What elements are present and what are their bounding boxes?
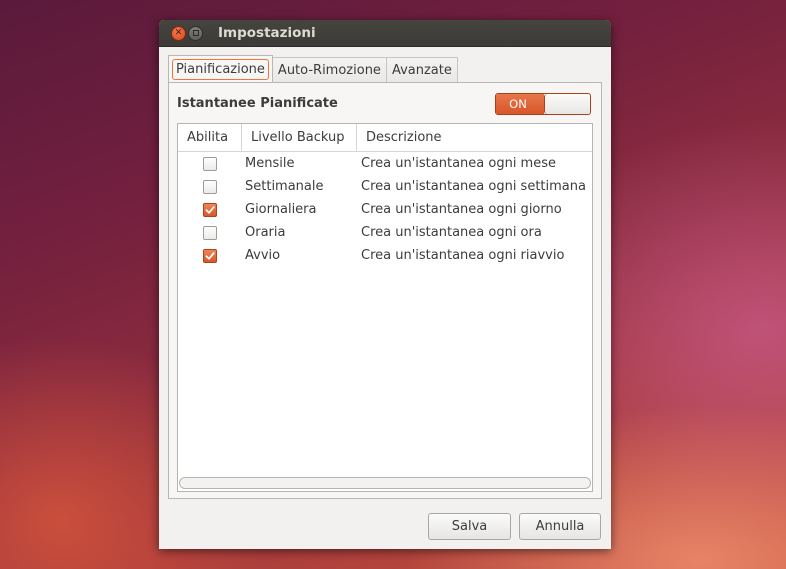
section-title: Istantanee Pianificate xyxy=(177,96,338,111)
window-title: Impostazioni xyxy=(218,25,316,41)
table-row[interactable]: Oraria Crea un'istantanea ogni ora xyxy=(178,221,592,244)
enable-checkbox[interactable] xyxy=(203,225,217,240)
description-cell: Crea un'istantanea ogni mese xyxy=(361,156,556,171)
description-cell: Crea un'istantanea ogni giorno xyxy=(361,202,562,217)
enable-checkbox[interactable] xyxy=(203,179,217,194)
tab-label: Auto-Rimozione xyxy=(277,62,381,78)
save-button[interactable]: Salva xyxy=(428,513,511,540)
horizontal-scrollbar[interactable] xyxy=(179,477,591,489)
close-window-button[interactable]: ✕ xyxy=(171,25,186,41)
table-row[interactable]: Giornaliera Crea un'istantanea ogni giorn… xyxy=(178,198,592,221)
description-cell: Crea un'istantanea ogni ora xyxy=(361,225,542,240)
switch-knob[interactable] xyxy=(544,94,590,114)
enable-checkbox[interactable] xyxy=(203,248,217,263)
tab-bar: Pianificazione Auto-Rimozione Avanzate xyxy=(168,55,458,82)
tab-panel: Istantanee Pianificate ON Abilita Livell… xyxy=(168,82,602,499)
cancel-button[interactable]: Annulla xyxy=(519,513,601,540)
switch-on-label: ON xyxy=(496,94,544,114)
column-header-description[interactable]: Descrizione xyxy=(357,124,592,151)
backup-level-cell: Mensile xyxy=(245,156,295,171)
table-header: Abilita Livello Backup Descrizione xyxy=(178,124,592,152)
table-body: Mensile Crea un'istantanea ogni mese Setti… xyxy=(178,152,592,267)
column-header-level[interactable]: Livello Backup xyxy=(242,124,357,151)
description-cell: Crea un'istantanea ogni riavvio xyxy=(361,248,565,263)
tab-label: Pianificazione xyxy=(172,58,269,80)
backup-level-cell: Oraria xyxy=(245,225,286,240)
settings-window: ✕ Impostazioni Pianificazione Auto-Rimoz… xyxy=(159,20,611,549)
enable-checkbox[interactable] xyxy=(203,202,217,217)
table-row[interactable]: Settimanale Crea un'istantanea ogni setti… xyxy=(178,175,592,198)
maximize-icon xyxy=(192,30,199,36)
close-icon: ✕ xyxy=(174,27,183,38)
scheduled-snapshots-switch[interactable]: ON xyxy=(495,93,591,115)
maximize-window-button[interactable] xyxy=(188,25,203,41)
tab-avanzate[interactable]: Avanzate xyxy=(385,57,458,82)
checkmark-icon xyxy=(205,251,215,260)
checkmark-icon xyxy=(205,205,215,214)
backup-level-cell: Settimanale xyxy=(245,179,324,194)
backup-level-cell: Giornaliera xyxy=(245,202,317,217)
schedule-table: Abilita Livello Backup Descrizione Mensi… xyxy=(177,123,593,492)
table-row[interactable]: Mensile Crea un'istantanea ogni mese xyxy=(178,152,592,175)
column-header-enable[interactable]: Abilita xyxy=(178,124,242,151)
enable-cell xyxy=(178,248,242,263)
title-bar[interactable]: ✕ Impostazioni xyxy=(159,20,611,47)
enable-cell xyxy=(178,179,242,194)
tab-auto-rimozione[interactable]: Auto-Rimozione xyxy=(271,57,387,82)
enable-checkbox[interactable] xyxy=(203,156,217,171)
enable-cell xyxy=(178,202,242,217)
description-cell: Crea un'istantanea ogni settimana xyxy=(361,179,586,194)
tab-label: Avanzate xyxy=(391,62,452,78)
table-row[interactable]: Avvio Crea un'istantanea ogni riavvio xyxy=(178,244,592,267)
enable-cell xyxy=(178,225,242,240)
backup-level-cell: Avvio xyxy=(245,248,281,263)
tab-pianificazione[interactable]: Pianificazione xyxy=(168,55,273,82)
enable-cell xyxy=(178,156,242,171)
